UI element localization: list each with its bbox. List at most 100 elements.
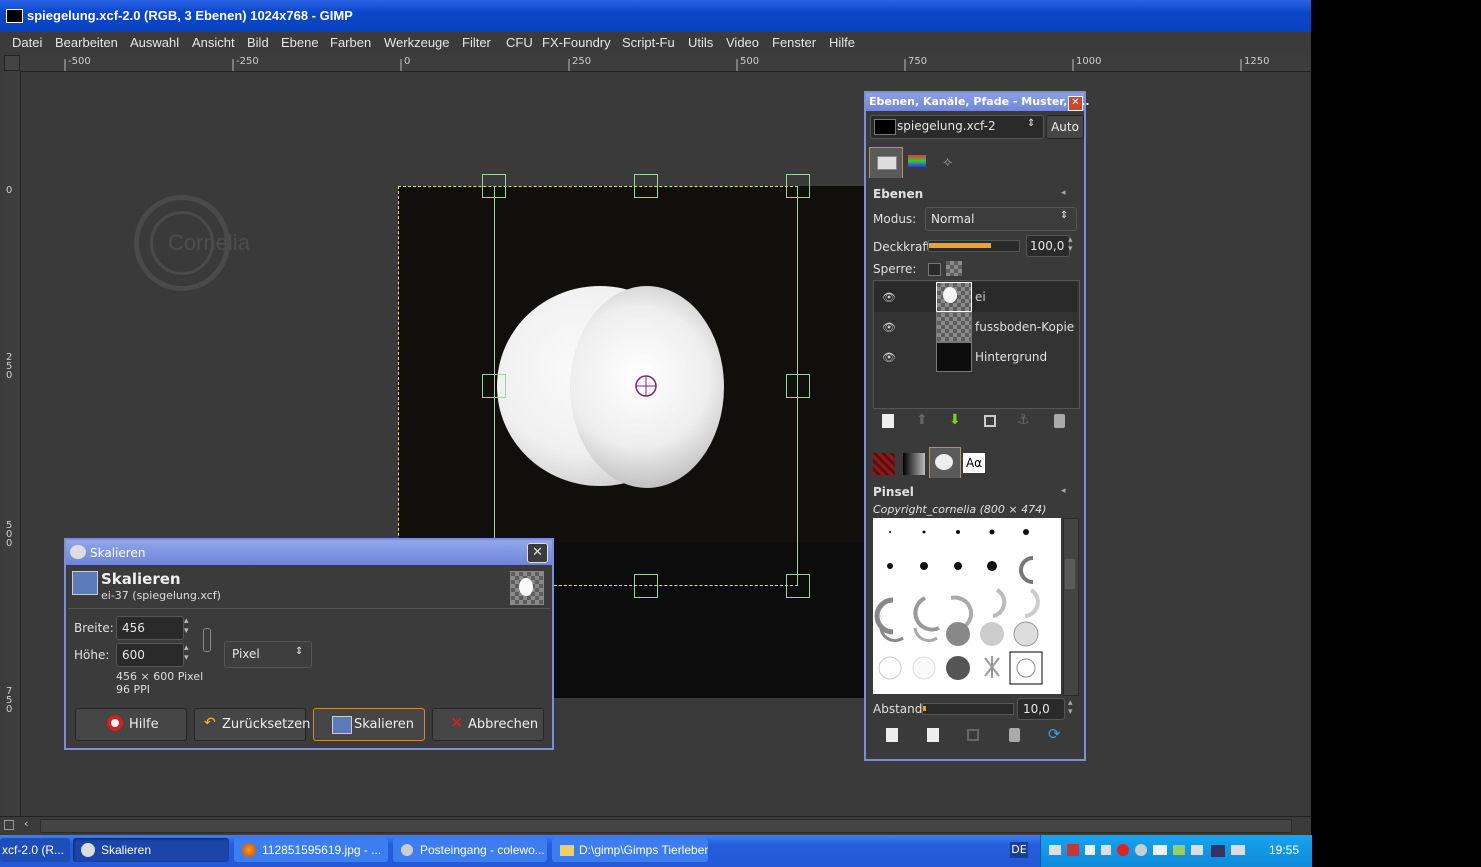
scale-handle-top-right[interactable] <box>786 174 810 198</box>
opacity-slider[interactable] <box>928 240 1020 252</box>
brush-scroll-thumb[interactable] <box>1065 559 1075 589</box>
menu-hilfe[interactable]: Hilfe <box>829 35 855 50</box>
menu-ansicht[interactable]: Ansicht <box>192 35 235 50</box>
taskbar-item-gimp-main[interactable]: xcf-2.0 (R... <box>0 838 70 862</box>
menu-werkzeuge[interactable]: Werkzeuge <box>384 35 450 50</box>
height-input[interactable]: 600 <box>116 643 184 667</box>
scale-handle-right[interactable] <box>786 374 810 398</box>
delete-layer-icon[interactable] <box>1054 414 1065 428</box>
taskbar-item-skalieren[interactable]: Skalieren <box>73 838 229 862</box>
eye-icon[interactable]: 👁 <box>882 291 896 304</box>
duplicate-layer-icon[interactable] <box>984 415 996 427</box>
mode-select[interactable]: Normal ⇕ <box>925 207 1077 231</box>
cancel-button[interactable]: ✕ Abbrechen <box>432 708 544 741</box>
taskbar-item-mail[interactable]: Posteingang - colewo... <box>393 838 547 862</box>
scale-handle-bottom-right[interactable] <box>786 574 810 598</box>
lifebuoy-icon <box>107 715 123 731</box>
clock[interactable]: 19:55 <box>1269 843 1299 857</box>
scroll-left-arrow-icon[interactable]: ‹ <box>24 817 28 830</box>
window-titlebar[interactable]: spiegelung.xcf-2.0 (RGB, 3 Ebenen) 1024x… <box>0 0 1311 32</box>
taskbar-item-explorer[interactable]: D:\gimp\Gimps Tierleben <box>552 838 708 862</box>
lower-layer-icon[interactable]: ⬇ <box>949 412 961 428</box>
reset-button[interactable]: ↶ Zurücksetzen <box>194 708 310 741</box>
scale-handle-bottom[interactable] <box>634 574 658 598</box>
layer-row[interactable]: 👁 fussboden-Kopie <box>874 312 1077 342</box>
scale-button[interactable]: Skalieren <box>313 708 425 741</box>
unit-select[interactable]: Pixel ⇕ <box>224 641 312 668</box>
menu-datei[interactable]: Datei <box>12 35 42 50</box>
width-value: 456 <box>122 621 145 635</box>
menu-filter[interactable]: Filter <box>462 35 491 50</box>
layer-row[interactable]: 👁 Hintergrund <box>874 342 1077 372</box>
lock-alpha-icon[interactable] <box>946 261 962 276</box>
taskbar-item-firefox[interactable]: 112851595619.jpg - ... <box>234 838 388 862</box>
menu-fx-foundry[interactable]: FX-Foundry <box>542 35 611 50</box>
chain-link-icon[interactable] <box>203 628 211 652</box>
horizontal-scrollbar[interactable]: ‹ <box>0 816 1311 835</box>
duplicate-brush-icon[interactable] <box>967 729 979 741</box>
spacing-slider[interactable] <box>922 703 1014 715</box>
brush-grid[interactable] <box>873 518 1061 694</box>
help-button[interactable]: Hilfe <box>75 708 187 741</box>
edit-brush-icon[interactable] <box>886 728 898 742</box>
panel-menu-icon[interactable]: ◂ <box>1061 188 1066 198</box>
tab-gradients[interactable] <box>903 453 925 475</box>
layers-panel-title: Ebenen <box>873 187 924 201</box>
width-input[interactable]: 456 <box>116 616 184 640</box>
lock-pixels-checkbox[interactable] <box>928 263 941 276</box>
scale-handle-left[interactable] <box>482 374 506 398</box>
menu-script-fu[interactable]: Script-Fu <box>622 35 675 50</box>
menu-ebene[interactable]: Ebene <box>281 35 319 50</box>
refresh-brushes-icon[interactable]: ⟳ <box>1048 725 1061 743</box>
auto-button[interactable]: Auto <box>1046 115 1084 139</box>
eye-icon[interactable]: 👁 <box>882 351 896 364</box>
menu-farben[interactable]: Farben <box>330 35 371 50</box>
menu-utils[interactable]: Utils <box>688 35 713 50</box>
layer-row[interactable]: 👁 ei <box>874 282 1077 312</box>
tab-layers[interactable] <box>869 147 903 178</box>
language-indicator[interactable]: DE <box>1010 842 1028 858</box>
dialog-titlebar[interactable]: Skalieren <box>66 540 552 565</box>
mode-label: Modus: <box>873 212 917 226</box>
menu-bild[interactable]: Bild <box>247 35 269 50</box>
tab-fonts[interactable]: Aα <box>963 453 985 473</box>
anchor-layer-icon[interactable]: ⚓ <box>1017 412 1030 428</box>
image-select[interactable]: spiegelung.xcf-2 ⇕ <box>870 115 1044 139</box>
tab-paths[interactable]: ⟡ <box>935 147 965 177</box>
vertical-ruler[interactable]: 0 250 500 750 <box>4 71 21 816</box>
new-brush-icon[interactable] <box>927 728 939 742</box>
scale-label: Skalieren <box>354 717 415 732</box>
dock-titlebar[interactable]: Ebenen, Kanäle, Pfade - Muster, F... <box>866 93 1090 111</box>
menu-fenster[interactable]: Fenster <box>772 35 816 50</box>
crosshair-center-icon[interactable] <box>634 374 658 398</box>
dialog-title: Skalieren <box>90 546 146 560</box>
scale-handle-top[interactable] <box>634 174 658 198</box>
menu-auswahl[interactable]: Auswahl <box>130 35 179 50</box>
spacing-spinner-icon[interactable]: ▴ ▾ <box>1068 699 1073 717</box>
dock-close-icon[interactable]: ✕ <box>1068 96 1083 111</box>
panel-menu-icon[interactable]: ◂ <box>1061 486 1066 496</box>
menu-video[interactable]: Video <box>726 35 759 50</box>
new-layer-icon[interactable] <box>882 414 894 428</box>
tab-brushes[interactable] <box>929 447 961 478</box>
width-spinner-icon[interactable]: ▴ ▾ <box>184 616 189 636</box>
eye-icon[interactable]: 👁 <box>882 321 896 334</box>
menu-cfu[interactable]: CFU <box>506 35 533 50</box>
opacity-input[interactable]: 100,0 <box>1026 235 1070 257</box>
tab-patterns[interactable] <box>873 453 895 475</box>
spacing-input[interactable]: 10,0 <box>1017 698 1065 720</box>
raise-layer-icon[interactable]: ⬆ <box>916 412 928 428</box>
delete-brush-icon[interactable] <box>1009 728 1020 742</box>
scale-handle-top-left[interactable] <box>482 174 506 198</box>
menu-bearbeiten[interactable]: Bearbeiten <box>55 35 118 50</box>
horizontal-ruler[interactable]: -500 -250 0 250 500 750 1000 1250 <box>20 55 1311 72</box>
dialog-close-icon[interactable]: ✕ <box>527 543 548 563</box>
height-spinner-icon[interactable]: ▴ ▾ <box>184 643 189 663</box>
opacity-spinner-icon[interactable]: ▴ ▾ <box>1068 236 1073 254</box>
tab-channels[interactable] <box>903 147 933 177</box>
scroll-thumb[interactable] <box>40 819 1292 833</box>
quickmask-corner[interactable] <box>4 55 20 71</box>
tray-icons <box>1049 844 1245 857</box>
navigate-icon[interactable] <box>4 820 14 830</box>
brush-scrollbar[interactable] <box>1063 518 1079 696</box>
